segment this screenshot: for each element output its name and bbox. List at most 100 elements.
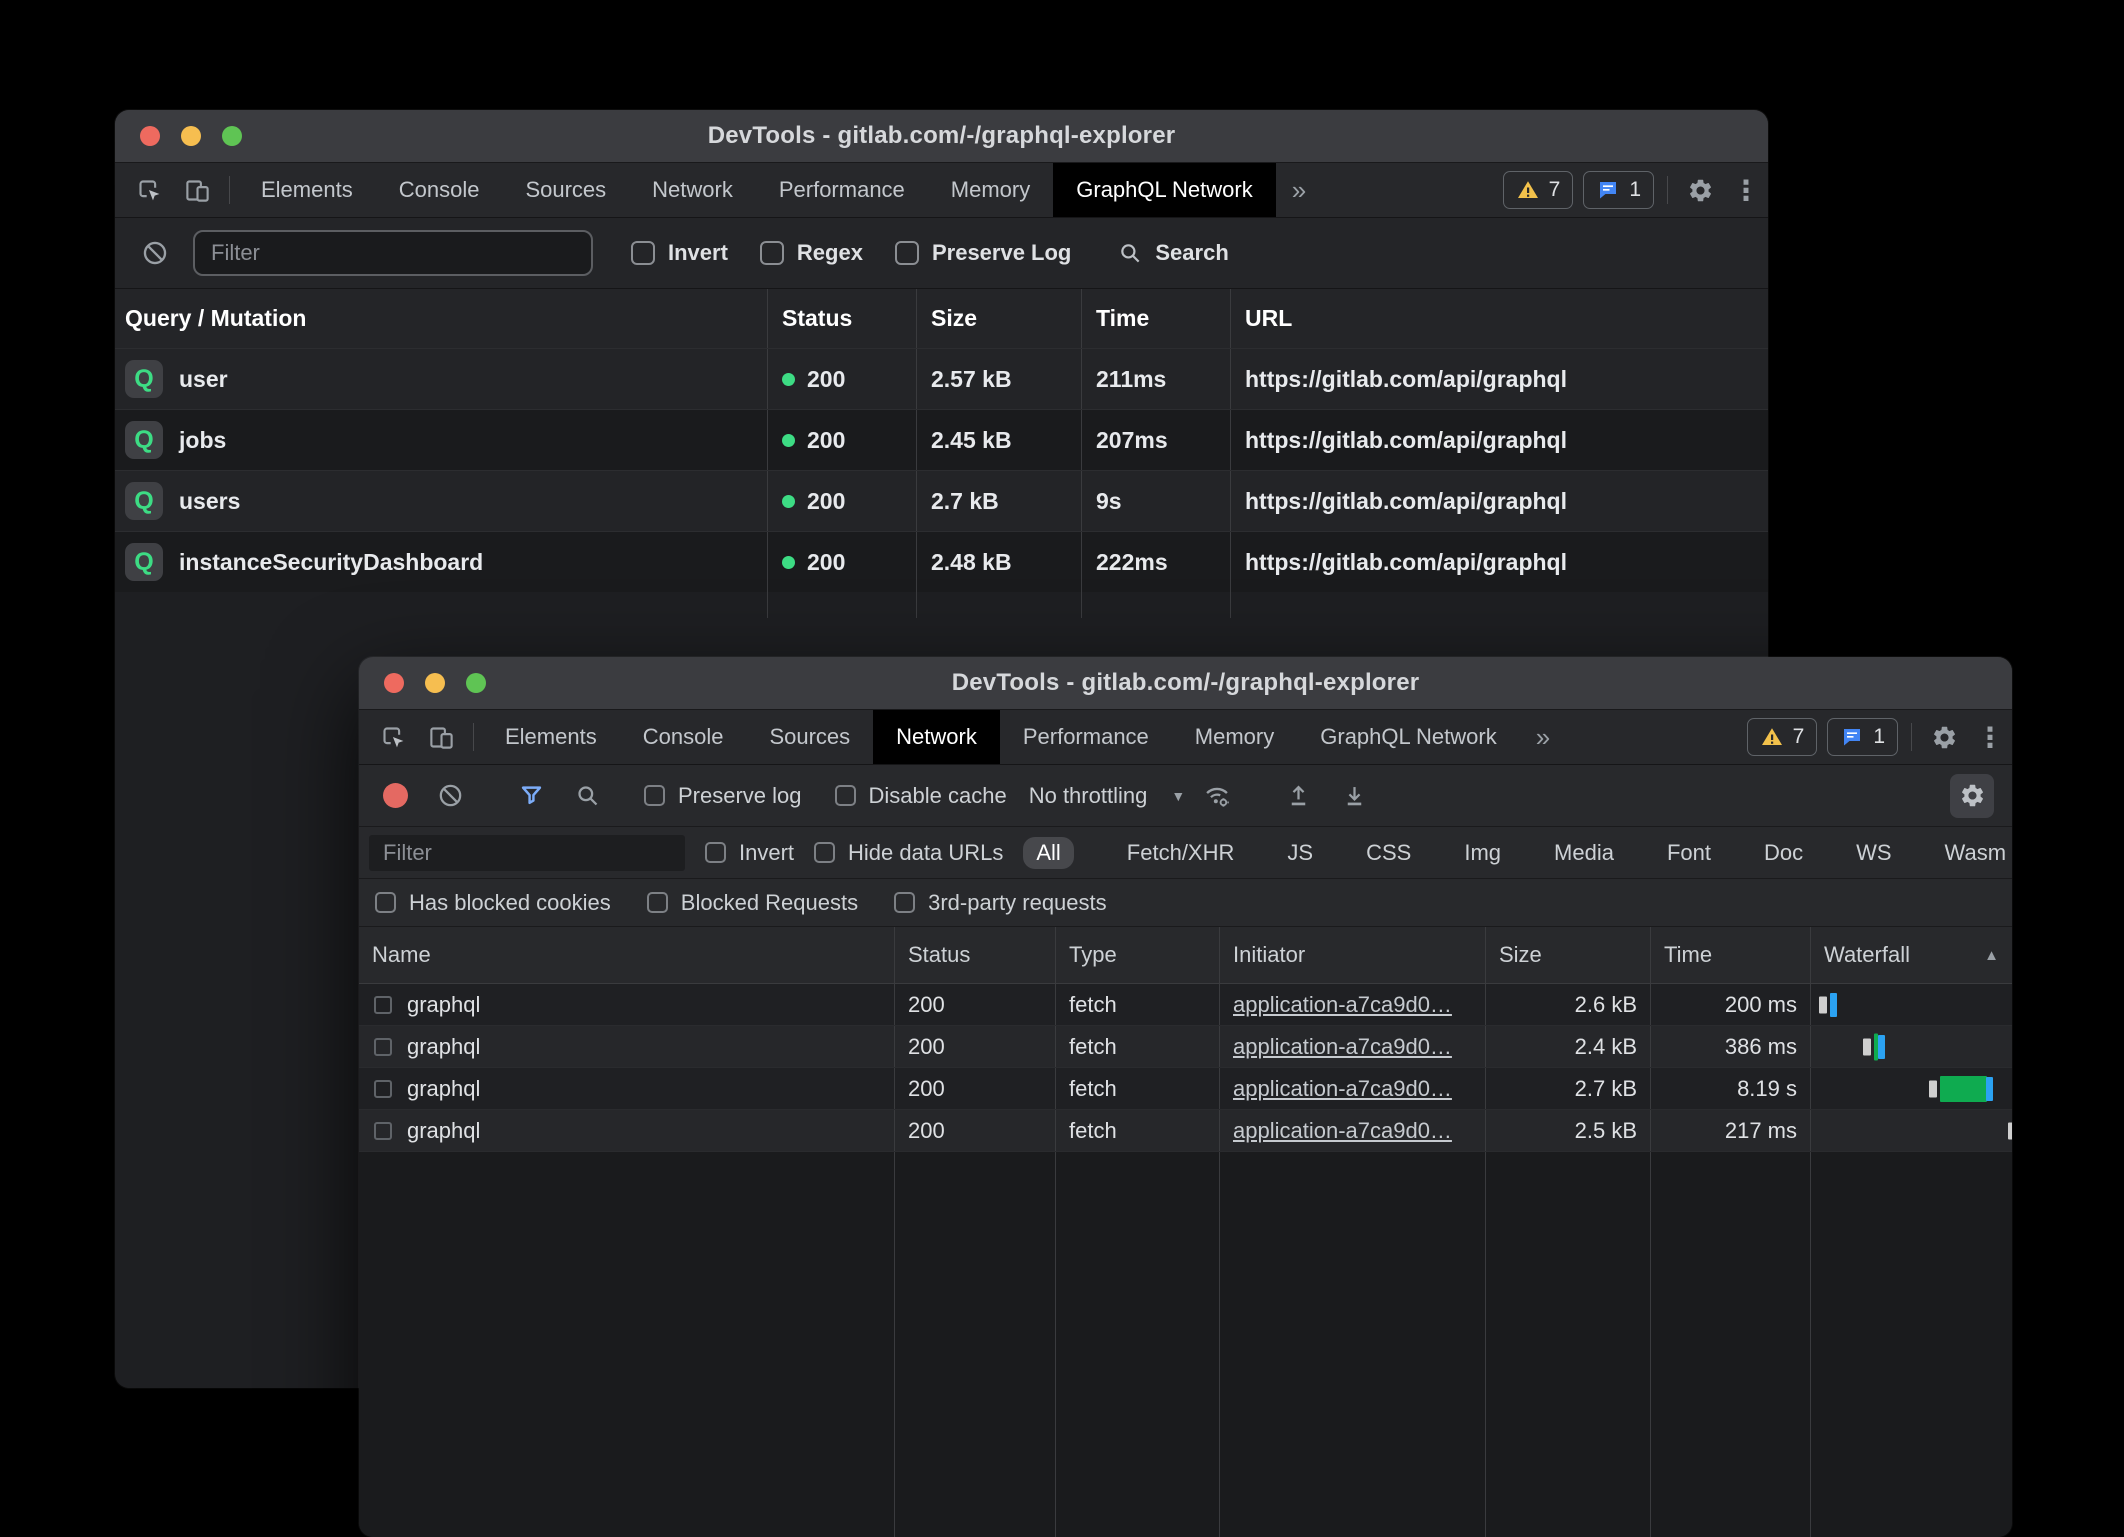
- filter-input[interactable]: [193, 230, 593, 276]
- clear-icon[interactable]: [131, 239, 179, 267]
- has-blocked-cookies-checkbox[interactable]: [375, 892, 396, 913]
- clear-icon[interactable]: [426, 782, 474, 809]
- throttling-dropdown[interactable]: No throttling ▼: [1029, 783, 1185, 809]
- column-header-query-mutation[interactable]: Query / Mutation: [115, 289, 767, 348]
- tab-memory[interactable]: Memory: [1172, 710, 1297, 764]
- minimize-window-button[interactable]: [425, 673, 445, 693]
- network-filter-input[interactable]: [369, 835, 685, 871]
- issues-warning-badge[interactable]: 7: [1503, 171, 1574, 209]
- filter-chip-doc[interactable]: Doc: [1751, 837, 1816, 869]
- tab-memory[interactable]: Memory: [928, 163, 1053, 217]
- column-header-time[interactable]: Time: [1081, 289, 1230, 348]
- regex-checkbox[interactable]: [760, 241, 784, 265]
- third-party-requests-checkbox[interactable]: [894, 892, 915, 913]
- filter-chip-ws[interactable]: WS: [1843, 837, 1904, 869]
- tab-graphql-network[interactable]: GraphQL Network: [1053, 163, 1275, 217]
- warning-count: 7: [1793, 725, 1805, 749]
- overflow-menu-icon[interactable]: ⋮: [1724, 163, 1768, 217]
- tab-console[interactable]: Console: [376, 163, 503, 217]
- close-window-button[interactable]: [384, 673, 404, 693]
- tab-graphql-network[interactable]: GraphQL Network: [1297, 710, 1519, 764]
- initiator-link[interactable]: application-a7ca9d0…: [1233, 992, 1452, 1018]
- filter-chip-js[interactable]: JS: [1274, 837, 1326, 869]
- settings-gear-icon[interactable]: [1676, 163, 1724, 217]
- warning-count: 7: [1549, 178, 1561, 202]
- column-header-status[interactable]: Status: [767, 289, 916, 348]
- row-checkbox[interactable]: [374, 996, 392, 1014]
- tab-network[interactable]: Network: [873, 710, 1000, 764]
- overflow-menu-icon[interactable]: ⋮: [1968, 710, 2012, 764]
- filter-funnel-icon[interactable]: [507, 782, 555, 809]
- minimize-window-button[interactable]: [181, 126, 201, 146]
- close-window-button[interactable]: [140, 126, 160, 146]
- column-header-size[interactable]: Size: [916, 289, 1081, 348]
- more-tabs-icon[interactable]: »: [1276, 163, 1322, 217]
- query-row-user[interactable]: Quser 200 2.57 kB 211ms https://gitlab.c…: [115, 348, 1768, 409]
- device-toolbar-icon[interactable]: [417, 710, 465, 764]
- column-header-name[interactable]: Name: [359, 927, 894, 983]
- hide-data-urls-checkbox[interactable]: [814, 842, 835, 863]
- column-header-size[interactable]: Size: [1485, 927, 1650, 983]
- import-har-icon[interactable]: [1274, 782, 1322, 809]
- more-tabs-icon[interactable]: »: [1520, 710, 1566, 764]
- invert-checkbox[interactable]: [631, 241, 655, 265]
- tab-performance[interactable]: Performance: [756, 163, 928, 217]
- settings-gear-icon[interactable]: [1920, 710, 1968, 764]
- invert-checkbox-group: Invert: [631, 240, 728, 266]
- filter-chip-font[interactable]: Font: [1654, 837, 1724, 869]
- record-network-log-button[interactable]: [383, 783, 408, 808]
- preserve-log-checkbox[interactable]: [895, 241, 919, 265]
- disable-cache-checkbox[interactable]: [835, 785, 856, 806]
- initiator-link[interactable]: application-a7ca9d0…: [1233, 1076, 1452, 1102]
- search-icon[interactable]: [563, 782, 611, 809]
- column-header-url[interactable]: URL: [1230, 289, 1768, 348]
- divider: [1667, 176, 1668, 204]
- inspect-element-icon[interactable]: [125, 163, 173, 217]
- tab-sources[interactable]: Sources: [746, 710, 873, 764]
- issues-warning-badge[interactable]: 7: [1747, 718, 1818, 756]
- request-row[interactable]: graphql 200 fetch application-a7ca9d0… 2…: [359, 1026, 2012, 1068]
- row-checkbox[interactable]: [374, 1038, 392, 1056]
- invert-checkbox[interactable]: [705, 842, 726, 863]
- export-har-icon[interactable]: [1330, 782, 1378, 809]
- device-toolbar-icon[interactable]: [173, 163, 221, 217]
- column-header-initiator[interactable]: Initiator: [1219, 927, 1485, 983]
- messages-badge[interactable]: 1: [1583, 171, 1654, 209]
- request-status: 200: [894, 1110, 1055, 1151]
- row-checkbox[interactable]: [374, 1080, 392, 1098]
- column-header-waterfall[interactable]: Waterfall ▲: [1810, 927, 2012, 983]
- column-header-type[interactable]: Type: [1055, 927, 1219, 983]
- filter-chip-css[interactable]: CSS: [1353, 837, 1424, 869]
- filter-chip-fetch-xhr[interactable]: Fetch/XHR: [1114, 837, 1248, 869]
- inspect-element-icon[interactable]: [369, 710, 417, 764]
- tab-performance[interactable]: Performance: [1000, 710, 1172, 764]
- column-header-status[interactable]: Status: [894, 927, 1055, 983]
- filter-chip-wasm[interactable]: Wasm: [1932, 837, 2012, 869]
- tab-elements[interactable]: Elements: [238, 163, 376, 217]
- tab-network[interactable]: Network: [629, 163, 756, 217]
- initiator-link[interactable]: application-a7ca9d0…: [1233, 1034, 1452, 1060]
- maximize-window-button[interactable]: [466, 673, 486, 693]
- search-button[interactable]: Search: [1117, 240, 1228, 266]
- tab-sources[interactable]: Sources: [502, 163, 629, 217]
- request-row[interactable]: graphql 200 fetch application-a7ca9d0… 2…: [359, 1068, 2012, 1110]
- tab-elements[interactable]: Elements: [482, 710, 620, 764]
- tab-console[interactable]: Console: [620, 710, 747, 764]
- column-header-time[interactable]: Time: [1650, 927, 1810, 983]
- network-settings-gear-icon[interactable]: [1950, 774, 1994, 818]
- query-row-users[interactable]: Qusers 200 2.7 kB 9s https://gitlab.com/…: [115, 470, 1768, 531]
- network-conditions-icon[interactable]: [1193, 782, 1241, 810]
- row-checkbox[interactable]: [374, 1122, 392, 1140]
- maximize-window-button[interactable]: [222, 126, 242, 146]
- blocked-requests-checkbox[interactable]: [647, 892, 668, 913]
- query-row-instance-security-dashboard[interactable]: QinstanceSecurityDashboard 200 2.48 kB 2…: [115, 531, 1768, 592]
- request-row[interactable]: graphql 200 fetch application-a7ca9d0… 2…: [359, 984, 2012, 1026]
- filter-chip-img[interactable]: Img: [1451, 837, 1514, 869]
- initiator-link[interactable]: application-a7ca9d0…: [1233, 1118, 1452, 1144]
- preserve-log-checkbox[interactable]: [644, 785, 665, 806]
- messages-badge[interactable]: 1: [1827, 718, 1898, 756]
- request-row[interactable]: graphql 200 fetch application-a7ca9d0… 2…: [359, 1110, 2012, 1152]
- filter-chip-media[interactable]: Media: [1541, 837, 1627, 869]
- filter-chip-all[interactable]: All: [1023, 837, 1073, 869]
- query-row-jobs[interactable]: Qjobs 200 2.45 kB 207ms https://gitlab.c…: [115, 409, 1768, 470]
